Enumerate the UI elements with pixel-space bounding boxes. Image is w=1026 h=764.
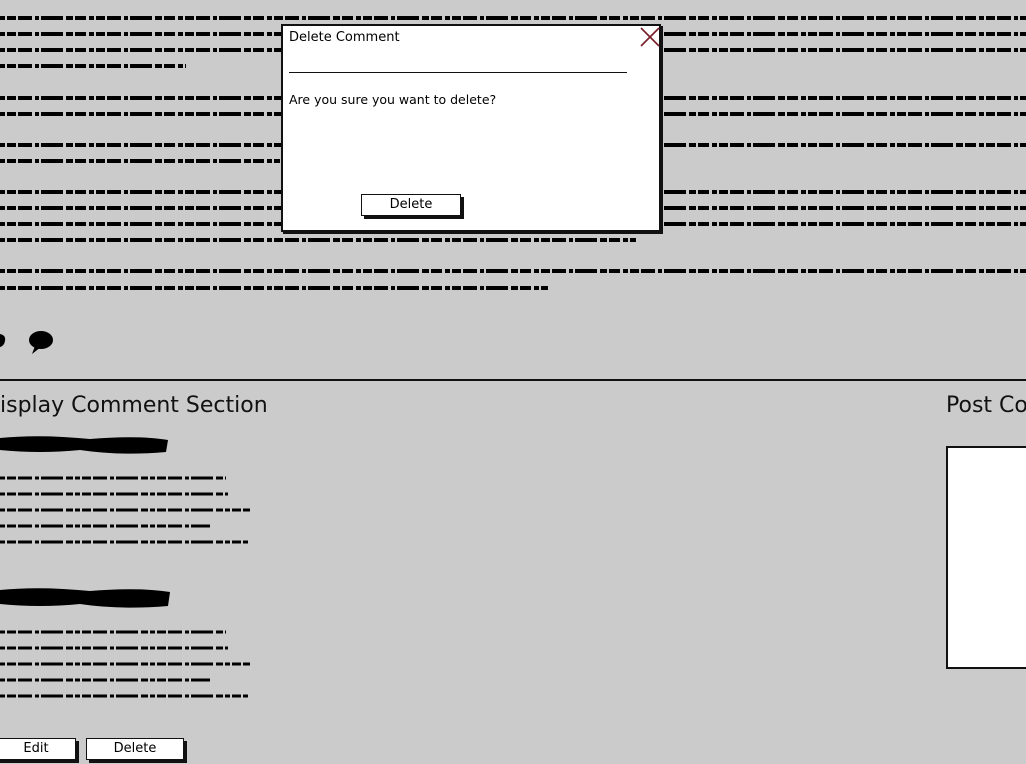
dialog-title: Delete Comment [289, 30, 400, 45]
display-section-title: isplay Comment Section [0, 393, 268, 418]
partial-icon[interactable] [0, 333, 8, 349]
delete-comment-dialog: Delete Comment Are you sure you want to … [281, 24, 661, 232]
comment-author-placeholder [0, 588, 170, 608]
comment-body-placeholder [0, 476, 250, 544]
comment-textarea[interactable] [946, 446, 1026, 669]
speech-bubble-icon[interactable] [27, 330, 55, 356]
comment-author-placeholder [0, 436, 168, 454]
comment-body-placeholder [0, 630, 250, 698]
confirm-delete-button[interactable]: Delete [361, 194, 461, 216]
dialog-separator [289, 72, 627, 73]
close-icon[interactable] [639, 26, 661, 48]
dialog-message: Are you sure you want to delete? [289, 92, 497, 107]
section-divider [0, 379, 1026, 381]
post-section-title: Post Co [946, 393, 1026, 418]
edit-comment-button[interactable]: Edit [0, 738, 76, 760]
delete-comment-button[interactable]: Delete [86, 738, 184, 760]
